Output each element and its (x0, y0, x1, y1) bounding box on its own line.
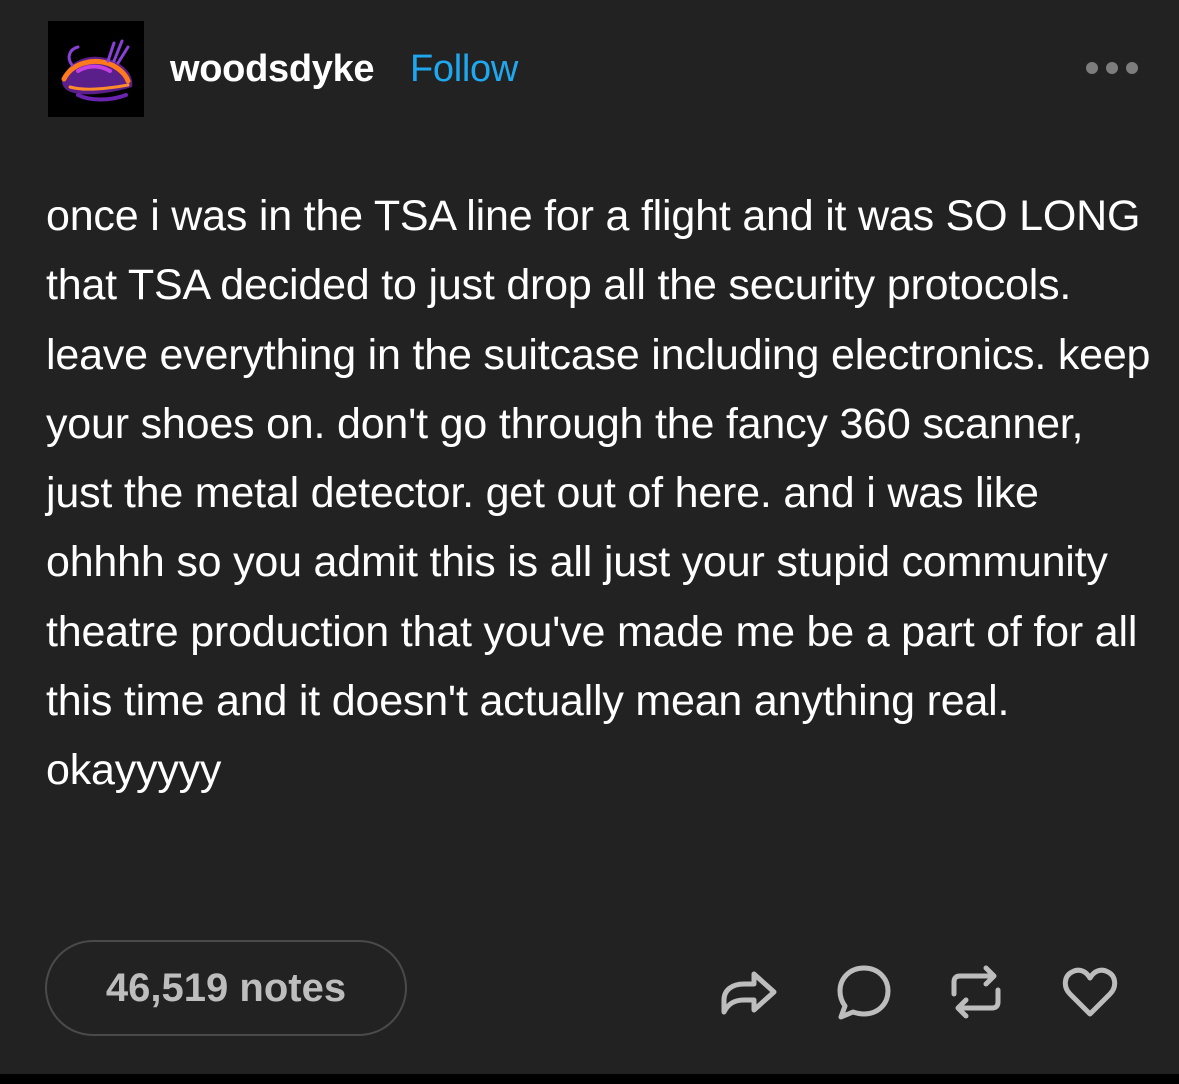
notes-button[interactable]: 46,519 notes (45, 940, 407, 1036)
more-options-icon[interactable] (1084, 59, 1142, 79)
more-dot (1086, 62, 1098, 74)
bottom-edge (0, 1074, 1179, 1084)
share-icon[interactable] (718, 962, 778, 1022)
post-header: woodsdyke Follow (48, 21, 1148, 117)
follow-button[interactable]: Follow (410, 47, 518, 91)
post-card: woodsdyke Follow once i was in the TSA l… (0, 0, 1179, 1074)
post-body: once i was in the TSA line for a flight … (46, 192, 1151, 795)
notes-count: 46,519 notes (105, 966, 347, 1010)
heart-icon[interactable] (1060, 962, 1120, 1022)
avatar[interactable] (48, 21, 144, 117)
more-dot (1106, 62, 1118, 74)
more-dot (1126, 62, 1138, 74)
comment-icon[interactable] (834, 962, 894, 1022)
username[interactable]: woodsdyke (170, 47, 375, 91)
avatar-image (48, 21, 144, 117)
reblog-icon[interactable] (946, 962, 1006, 1022)
